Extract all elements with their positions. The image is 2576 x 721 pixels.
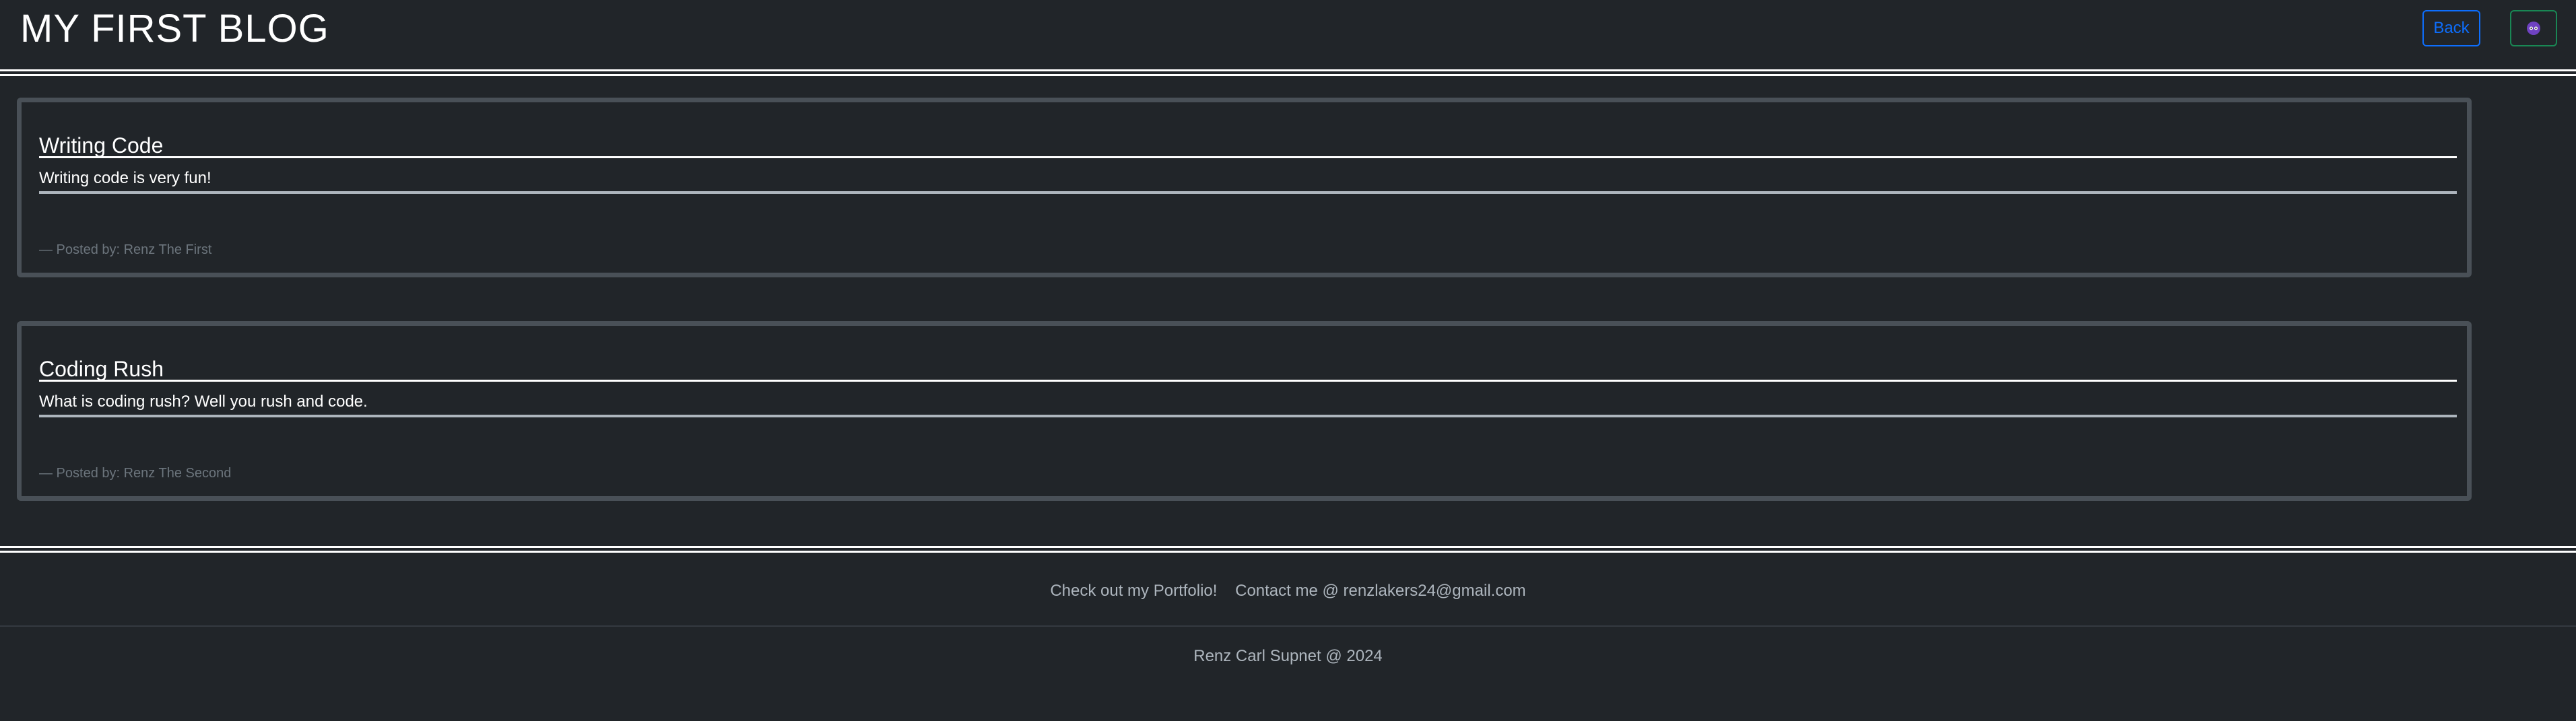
- site-header: MY FIRST BLOG Back: [0, 0, 2576, 69]
- footer-divider: [0, 625, 2576, 627]
- theme-toggle-button[interactable]: [2510, 10, 2557, 46]
- blog-post-card: Coding Rush What is coding rush? Well yo…: [17, 321, 2472, 501]
- header-divider: [0, 69, 2576, 76]
- post-body-divider: [39, 191, 2457, 194]
- theme-toggle-icon: [2527, 22, 2540, 35]
- back-button[interactable]: Back: [2422, 10, 2480, 46]
- post-body: What is coding rush? Well you rush and c…: [39, 392, 368, 411]
- contact-link[interactable]: Contact me @ renzlakers24@gmail.com: [1235, 582, 1526, 600]
- blog-post-card: Writing Code Writing code is very fun! —…: [17, 98, 2472, 277]
- post-title: Coding Rush: [39, 357, 164, 381]
- post-title-divider: [39, 156, 2457, 158]
- post-body: Writing code is very fun!: [39, 169, 211, 187]
- post-title: Writing Code: [39, 133, 164, 158]
- post-author: — Posted by: Renz The Second: [39, 466, 232, 481]
- footer-top-divider: [0, 546, 2576, 553]
- site-title: MY FIRST BLOG: [20, 7, 329, 50]
- post-title-divider: [39, 380, 2457, 382]
- post-author: — Posted by: Renz The First: [39, 242, 212, 257]
- footer-copyright: Renz Carl Supnet @ 2024: [1193, 647, 1383, 665]
- portfolio-link[interactable]: Check out my Portfolio!: [1050, 582, 1217, 600]
- post-body-divider: [39, 415, 2457, 417]
- footer-links: Check out my Portfolio! Contact me @ ren…: [0, 580, 2576, 602]
